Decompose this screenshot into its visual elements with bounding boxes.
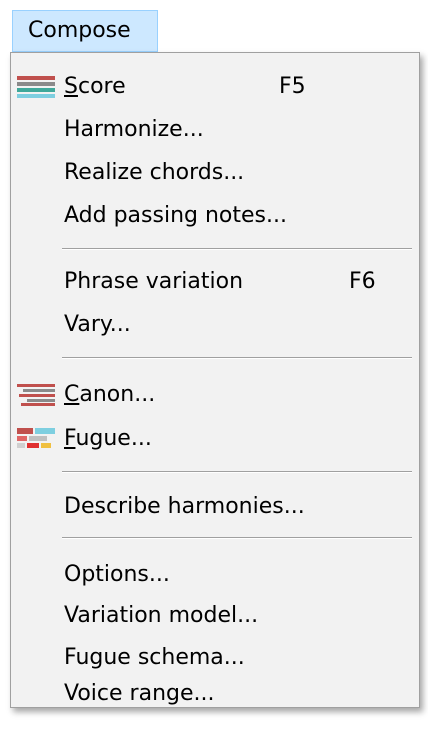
menu-item-fugue[interactable]: Fugue... <box>13 419 417 459</box>
menu-bar-compose-label: Compose <box>28 18 131 43</box>
menu-item-phrase-variation[interactable]: Phrase variation F6 <box>13 262 417 302</box>
phrase-variation-label: Phrase variation <box>64 269 244 294</box>
canon-icon <box>17 384 55 406</box>
fugue-icon <box>17 428 55 448</box>
realize-chords-label: Realize chords... <box>64 160 245 185</box>
score-mnemonic: S <box>64 74 78 99</box>
harmonize-label: Harmonize... <box>64 117 204 142</box>
options-label: Options... <box>64 562 170 587</box>
menu-bar: Compose <box>0 0 428 56</box>
menu-item-harmonize[interactable]: Harmonize... <box>13 110 417 150</box>
menu-item-canon[interactable]: Canon... <box>13 375 417 415</box>
screen: Compose Score F5 Harmonize... Realize ch… <box>0 0 428 736</box>
compose-menu: Score F5 Harmonize... Realize chords... … <box>10 52 420 708</box>
menu-item-vary[interactable]: Vary... <box>13 305 417 345</box>
menu-separator <box>62 471 412 473</box>
menu-item-voice-range[interactable]: Voice range... <box>13 680 417 708</box>
menu-item-describe-harmonies[interactable]: Describe harmonies... <box>13 487 417 527</box>
score-label-rest: core <box>77 74 126 99</box>
vary-label: Vary... <box>64 312 131 337</box>
fugue-label-rest: ugue... <box>75 426 152 451</box>
score-accelerator: F5 <box>279 74 306 99</box>
variation-model-label: Variation model... <box>64 603 259 628</box>
canon-label-rest: anon... <box>79 382 156 407</box>
add-passing-notes-label: Add passing notes... <box>64 203 287 228</box>
menu-item-fugue-schema[interactable]: Fugue schema... <box>13 638 417 678</box>
fugue-schema-label: Fugue schema... <box>64 645 245 670</box>
menu-item-add-passing-notes[interactable]: Add passing notes... <box>13 196 417 236</box>
describe-harmonies-label: Describe harmonies... <box>64 494 305 519</box>
fugue-mnemonic: F <box>64 426 76 451</box>
phrase-variation-accelerator: F6 <box>349 269 376 294</box>
menu-bar-compose[interactable]: Compose <box>12 10 158 52</box>
score-icon <box>17 76 55 98</box>
menu-item-realize-chords[interactable]: Realize chords... <box>13 153 417 193</box>
menu-separator <box>62 248 412 250</box>
menu-separator <box>62 357 412 359</box>
canon-mnemonic: C <box>64 382 80 407</box>
menu-separator <box>62 537 412 539</box>
voice-range-label: Voice range... <box>64 681 215 706</box>
menu-item-variation-model[interactable]: Variation model... <box>13 596 417 636</box>
menu-item-options[interactable]: Options... <box>13 555 417 595</box>
menu-item-score[interactable]: Score F5 <box>13 67 417 107</box>
